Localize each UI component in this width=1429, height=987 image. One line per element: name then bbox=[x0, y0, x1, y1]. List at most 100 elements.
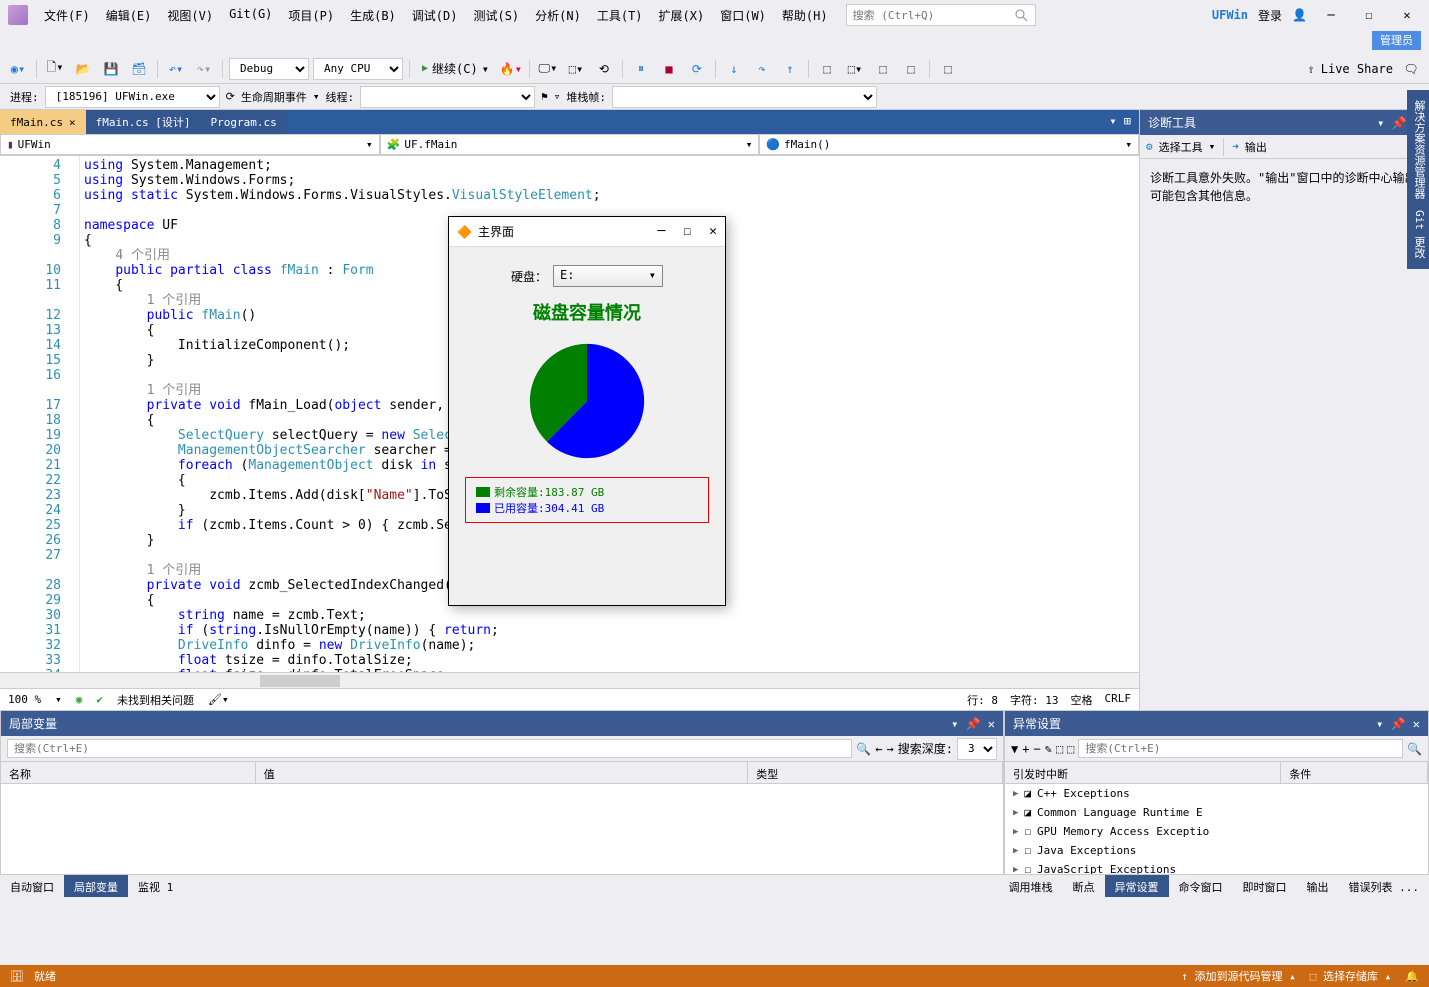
browser-icon[interactable]: 🖵▾ bbox=[536, 58, 560, 80]
login-link[interactable]: 登录 bbox=[1258, 7, 1282, 24]
col-header[interactable]: 引发时中断 bbox=[1005, 762, 1281, 783]
exception-row[interactable]: ▶◪C++ Exceptions bbox=[1005, 784, 1428, 803]
new-item-icon[interactable]: 🗋▾ bbox=[43, 58, 67, 80]
bottom-tab[interactable]: 局部变量 bbox=[64, 875, 128, 897]
pause-icon[interactable]: ⏸ bbox=[629, 58, 653, 80]
config-combo[interactable]: Debug bbox=[229, 58, 309, 80]
col-header[interactable]: 类型 bbox=[748, 762, 1003, 783]
tb-icon-d[interactable]: ⬚ bbox=[899, 58, 923, 80]
maximize-button[interactable]: ☐ bbox=[1355, 5, 1383, 25]
save-icon[interactable]: 💾 bbox=[99, 58, 123, 80]
bottom-tab[interactable]: 错误列表 ... bbox=[1339, 875, 1429, 897]
redo-icon[interactable]: ↷▾ bbox=[192, 58, 216, 80]
repo-button[interactable]: 选择存储库 bbox=[1323, 970, 1378, 983]
nav-project-combo[interactable]: ▮UFWin▾ bbox=[0, 134, 380, 155]
lifecycle-icon[interactable]: ⟳ bbox=[226, 90, 235, 103]
step-over-icon[interactable]: ↷ bbox=[750, 58, 774, 80]
menu-文件(F)[interactable]: 文件(F) bbox=[36, 3, 98, 28]
col-header[interactable]: 名称 bbox=[1, 762, 256, 783]
menu-视图(V)[interactable]: 视图(V) bbox=[159, 3, 221, 28]
step-out-icon[interactable]: ↑ bbox=[778, 58, 802, 80]
diag-message: 诊断工具意外失败。"输出"窗口中的诊断中心输出可能包含其他信息。 bbox=[1140, 159, 1429, 215]
menu-帮助(H)[interactable]: 帮助(H) bbox=[774, 3, 836, 28]
depth-combo[interactable]: 3 bbox=[957, 738, 997, 760]
bottom-tab[interactable]: 命令窗口 bbox=[1169, 875, 1233, 897]
exception-row[interactable]: ▶☐JavaScript Exceptions bbox=[1005, 860, 1428, 874]
tab-Program.cs[interactable]: Program.cs bbox=[200, 110, 286, 134]
exc-search-input[interactable] bbox=[1078, 739, 1403, 758]
menu-扩展(X)[interactable]: 扩展(X) bbox=[651, 3, 713, 28]
zoom-combo[interactable]: 100 % bbox=[8, 693, 41, 706]
minimize-button[interactable]: ─ bbox=[1317, 5, 1345, 25]
col-header[interactable]: 条件 bbox=[1281, 762, 1428, 783]
live-share-button[interactable]: Live Share bbox=[1321, 62, 1393, 76]
process-label: 进程: bbox=[10, 89, 39, 105]
continue-button[interactable]: 继续(C) ▾ bbox=[416, 58, 495, 79]
menu-项目(P)[interactable]: 项目(P) bbox=[280, 3, 342, 28]
tb2-icon[interactable]: ⚑ bbox=[541, 90, 548, 103]
bottom-tab[interactable]: 异常设置 bbox=[1105, 875, 1169, 897]
brush-icon[interactable]: 🖌▾ bbox=[208, 693, 229, 706]
h-scrollbar[interactable] bbox=[0, 672, 1139, 688]
exception-row[interactable]: ▶☐GPU Memory Access Exceptio bbox=[1005, 822, 1428, 841]
menu-工具(T)[interactable]: 工具(T) bbox=[589, 3, 651, 28]
nav-back-icon[interactable]: ◉▾ bbox=[6, 58, 30, 80]
output-button[interactable]: 输出 bbox=[1245, 139, 1267, 155]
src-control-button[interactable]: 添加到源代码管理 bbox=[1195, 970, 1283, 983]
menu-测试(S)[interactable]: 测试(S) bbox=[465, 3, 527, 28]
solution-explorer-tab[interactable]: 解决方案资源管理器 Git 更改 bbox=[1407, 90, 1429, 269]
exception-row[interactable]: ▶◪Common Language Runtime E bbox=[1005, 803, 1428, 822]
app-maximize-button[interactable]: ☐ bbox=[683, 224, 691, 239]
tb-icon-c[interactable]: ⬚ bbox=[871, 58, 895, 80]
bottom-tab[interactable]: 自动窗口 bbox=[0, 875, 64, 897]
tab-fMain.cs[interactable]: fMain.cs × bbox=[0, 110, 86, 134]
restart-icon[interactable]: ⟲ bbox=[592, 58, 616, 80]
bottom-tab[interactable]: 输出 bbox=[1297, 875, 1339, 897]
step-into-icon[interactable]: ↓ bbox=[722, 58, 746, 80]
restart2-icon[interactable]: ⟳ bbox=[685, 58, 709, 80]
process-combo[interactable]: [185196] UFWin.exe bbox=[45, 86, 220, 108]
hot-reload-icon[interactable]: 🔥▾ bbox=[499, 58, 523, 80]
menu-Git(G)[interactable]: Git(G) bbox=[221, 3, 280, 28]
bottom-tab[interactable]: 即时窗口 bbox=[1233, 875, 1297, 897]
platform-combo[interactable]: Any CPU bbox=[313, 58, 403, 80]
exception-row[interactable]: ▶☐Java Exceptions bbox=[1005, 841, 1428, 860]
app-minimize-button[interactable]: ─ bbox=[658, 224, 666, 239]
search-icon[interactable]: 🔍 bbox=[856, 742, 871, 756]
menu-窗口(W)[interactable]: 窗口(W) bbox=[712, 3, 774, 28]
notifications-icon[interactable]: 🔔 bbox=[1405, 970, 1419, 983]
bottom-tab[interactable]: 调用堆栈 bbox=[999, 875, 1063, 897]
thread-combo[interactable] bbox=[360, 86, 535, 108]
legend-row: 已用容量:304.41 GB bbox=[476, 500, 698, 516]
bottom-tab[interactable]: 断点 bbox=[1063, 875, 1105, 897]
feedback-icon[interactable]: 🗨 bbox=[1399, 58, 1423, 80]
global-search-input[interactable] bbox=[846, 4, 1036, 26]
menu-生成(B)[interactable]: 生成(B) bbox=[342, 3, 404, 28]
account-icon[interactable]: 👤 bbox=[1292, 8, 1307, 22]
tb2-icon2[interactable]: ▿ bbox=[554, 90, 561, 103]
menu-编辑(E)[interactable]: 编辑(E) bbox=[98, 3, 160, 28]
save-all-icon[interactable]: 🗃 bbox=[127, 58, 151, 80]
stackframe-combo[interactable] bbox=[612, 86, 877, 108]
disk-combo[interactable]: E:▾ bbox=[553, 265, 663, 287]
open-folder-icon[interactable]: 📂 bbox=[71, 58, 95, 80]
col-header[interactable]: 值 bbox=[256, 762, 749, 783]
step-icon[interactable]: ⬚▾ bbox=[564, 58, 588, 80]
locals-search-input[interactable] bbox=[7, 739, 852, 758]
close-button[interactable]: ✕ bbox=[1393, 5, 1421, 25]
undo-icon[interactable]: ↶▾ bbox=[164, 58, 188, 80]
menu-分析(N)[interactable]: 分析(N) bbox=[527, 3, 589, 28]
app-close-button[interactable]: ✕ bbox=[709, 224, 717, 239]
tb-icon-a[interactable]: ⬚ bbox=[815, 58, 839, 80]
bottom-tab[interactable]: 监视 1 bbox=[128, 875, 183, 897]
select-tool-button[interactable]: 选择工具 bbox=[1159, 139, 1203, 155]
stop-icon[interactable]: ■ bbox=[657, 58, 681, 80]
menu-调试(D)[interactable]: 调试(D) bbox=[404, 3, 466, 28]
tab-fMain.cs [设计][interactable]: fMain.cs [设计] bbox=[86, 110, 201, 134]
filter-icon[interactable]: ▼ bbox=[1011, 742, 1018, 756]
tb-icon-b[interactable]: ⬚▾ bbox=[843, 58, 867, 80]
nav-class-combo[interactable]: 🧩UF.fMain▾ bbox=[380, 134, 760, 155]
tb-icon-e[interactable]: ⬚ bbox=[936, 58, 960, 80]
nav-method-combo[interactable]: 🔵fMain()▾ bbox=[759, 134, 1139, 155]
live-share-icon[interactable]: ⇧ bbox=[1308, 62, 1315, 76]
